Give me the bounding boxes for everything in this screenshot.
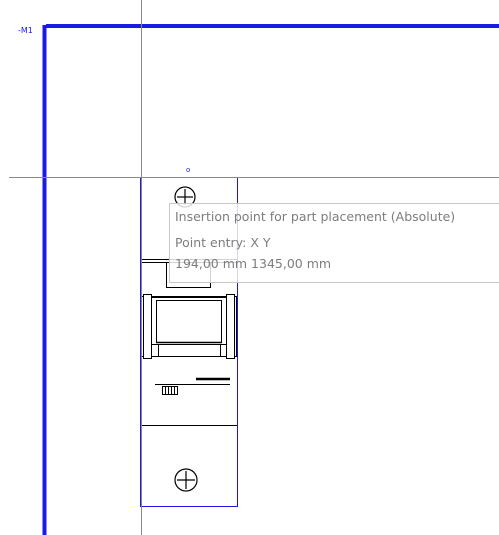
insertion-tooltip: Insertion point for part placement (Abso… [169,203,499,283]
tooltip-entry-mode: Point entry: X Y [175,235,271,250]
screw-terminal-icon [174,468,198,492]
drawing-canvas[interactable]: -M1 o Insertion point for part placement… [0,0,499,535]
breaker-label-strip [155,377,230,395]
part-designation-label: -M1 [18,26,33,35]
tooltip-coordinates: 194,00 mm 1345,00 mm [175,256,332,271]
tooltip-title: Insertion point for part placement (Abso… [175,209,456,224]
breaker-toggle [141,294,237,359]
origin-marker: o [186,166,191,174]
